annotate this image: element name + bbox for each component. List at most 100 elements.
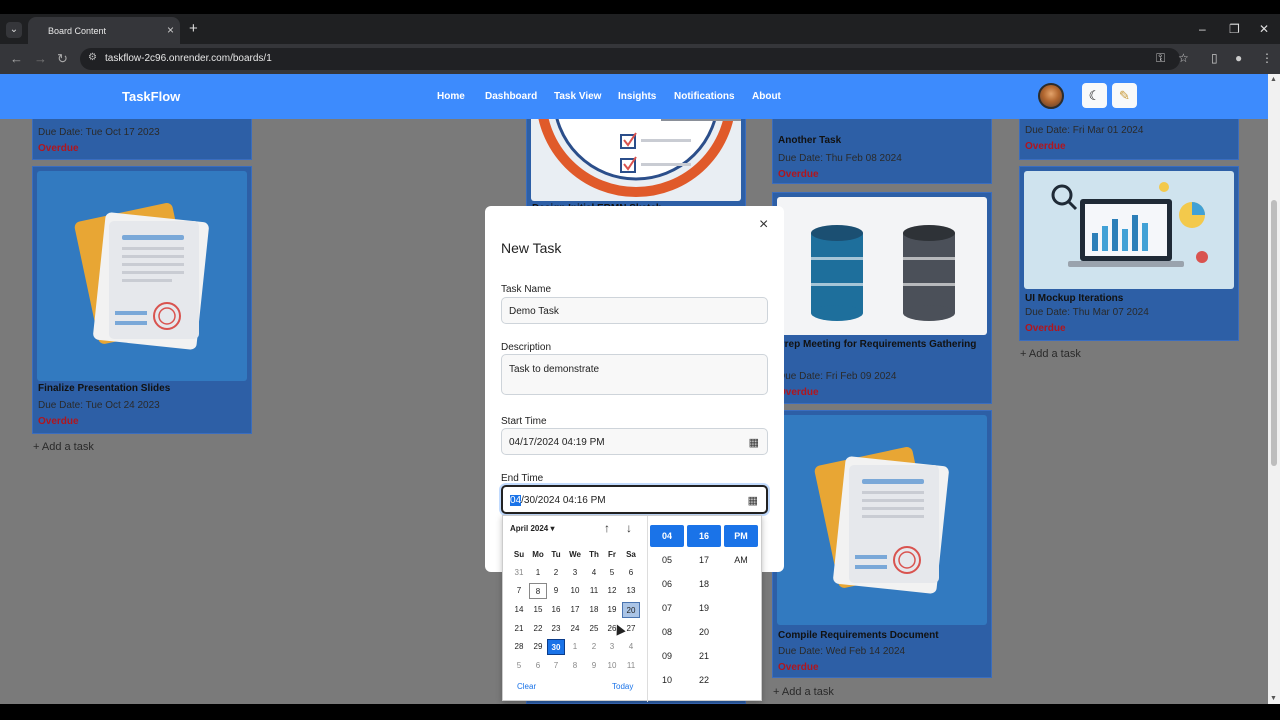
arrow-up-icon[interactable]: ↑ xyxy=(604,521,610,535)
browser-tab[interactable]: Board Content × xyxy=(28,17,180,44)
calendar-day[interactable]: 31 xyxy=(510,565,528,581)
star-icon[interactable]: ☆ xyxy=(1178,51,1189,65)
calendar-day[interactable]: 11 xyxy=(585,583,603,599)
calendar-day[interactable]: 9 xyxy=(585,658,603,674)
calendar-day[interactable]: 28 xyxy=(510,639,528,655)
calendar-day[interactable]: 10 xyxy=(603,658,621,674)
close-window-icon[interactable]: ✕ xyxy=(1259,22,1269,36)
calendar-day[interactable]: 6 xyxy=(529,658,547,674)
nav-home[interactable]: Home xyxy=(437,91,465,102)
calendar-day[interactable]: 9 xyxy=(547,583,565,599)
hour-option-selected[interactable]: 04 xyxy=(650,525,684,547)
calendar-day[interactable]: 4 xyxy=(585,565,603,581)
calendar-day[interactable]: 23 xyxy=(547,621,565,637)
calendar-day[interactable]: 16 xyxy=(547,602,565,618)
sidebar-icon[interactable]: ▯ xyxy=(1211,51,1218,65)
calendar-day[interactable]: 1 xyxy=(566,639,584,655)
more-icon[interactable]: ⋮ xyxy=(1261,51,1273,65)
calendar-day[interactable]: 10 xyxy=(566,583,584,599)
clear-button[interactable]: Clear xyxy=(517,682,536,691)
hour-option[interactable]: 09 xyxy=(650,645,684,667)
task-card[interactable]: Prep Meeting for Requirements Gathering … xyxy=(772,192,992,404)
brush-icon[interactable]: ✎ xyxy=(1112,83,1137,108)
nav-about[interactable]: About xyxy=(752,91,781,102)
nav-notifications[interactable]: Notifications xyxy=(674,91,735,102)
plus-icon[interactable]: + xyxy=(189,20,198,37)
calendar-day-today[interactable]: 20 xyxy=(622,602,640,618)
calendar-day[interactable]: 3 xyxy=(566,565,584,581)
calendar-day[interactable]: 7 xyxy=(547,658,565,674)
moon-icon[interactable]: ☾ xyxy=(1082,83,1107,108)
hour-option[interactable]: 06 xyxy=(650,573,684,595)
hour-option[interactable]: 05 xyxy=(650,549,684,571)
ampm-option-selected[interactable]: PM xyxy=(724,525,758,547)
scroll-down-icon[interactable]: ▼ xyxy=(1270,695,1277,702)
calendar-day[interactable]: 2 xyxy=(547,565,565,581)
minute-option-selected[interactable]: 16 xyxy=(687,525,721,547)
reload-icon[interactable]: ↻ xyxy=(57,51,68,67)
calendar-icon[interactable]: ▦ xyxy=(748,494,758,507)
calendar-day[interactable]: 14 xyxy=(510,602,528,618)
task-card[interactable]: Finalize Presentation Slides Due Date: T… xyxy=(32,166,252,434)
profile-icon[interactable]: ● xyxy=(1235,51,1242,65)
calendar-icon[interactable]: ▦ xyxy=(749,436,759,449)
calendar-day[interactable]: 18 xyxy=(585,602,603,618)
page-scrollbar[interactable]: ▲ ▼ xyxy=(1268,74,1280,704)
calendar-day[interactable]: 2 xyxy=(585,639,603,655)
description-textarea[interactable]: Task to demonstrate xyxy=(501,354,768,395)
calendar-day[interactable]: 17 xyxy=(566,602,584,618)
close-icon[interactable]: × xyxy=(759,216,768,234)
minute-option[interactable]: 18 xyxy=(687,573,721,595)
scrollbar-thumb[interactable] xyxy=(1271,200,1277,466)
calendar-day[interactable]: 12 xyxy=(603,583,621,599)
end-time-month-segment[interactable]: 04 xyxy=(510,495,522,506)
nav-dashboard[interactable]: Dashboard xyxy=(485,91,537,102)
add-task-link[interactable]: + Add a task xyxy=(33,441,94,453)
start-time-input[interactable]: 04/17/2024 04:19 PM ▦ xyxy=(501,428,768,455)
calendar-day[interactable]: 4 xyxy=(622,639,640,655)
calendar-day[interactable]: 8 xyxy=(529,583,547,599)
nav-insights[interactable]: Insights xyxy=(618,91,656,102)
calendar-day[interactable]: 29 xyxy=(529,639,547,655)
hour-option[interactable]: 07 xyxy=(650,597,684,619)
url-field[interactable]: ⚙ taskflow-2c96.onrender.com/boards/1 xyxy=(80,48,1180,70)
calendar-day[interactable]: 5 xyxy=(510,658,528,674)
minute-option[interactable]: 21 xyxy=(687,645,721,667)
minimize-icon[interactable]: – xyxy=(1199,22,1206,36)
ampm-option[interactable]: AM xyxy=(724,549,758,571)
avatar[interactable] xyxy=(1038,83,1064,109)
nav-task-view[interactable]: Task View xyxy=(554,91,601,102)
calendar-day[interactable]: 13 xyxy=(622,583,640,599)
calendar-day[interactable]: 19 xyxy=(603,602,621,618)
calendar-day[interactable]: 24 xyxy=(566,621,584,637)
hour-option[interactable]: 10 xyxy=(650,669,684,691)
calendar-day[interactable]: 22 xyxy=(529,621,547,637)
hour-option[interactable]: 08 xyxy=(650,621,684,643)
add-task-link[interactable]: + Add a task xyxy=(773,686,834,698)
calendar-day[interactable]: 3 xyxy=(603,639,621,655)
maximize-icon[interactable]: ❐ xyxy=(1229,22,1240,36)
calendar-day[interactable]: 8 xyxy=(566,658,584,674)
task-name-input[interactable]: Demo Task xyxy=(501,297,768,324)
end-time-input[interactable]: 04/30/2024 04:16 PM ▦ xyxy=(501,485,768,514)
arrow-down-icon[interactable]: ↓ xyxy=(626,521,632,535)
calendar-day[interactable]: 25 xyxy=(585,621,603,637)
minute-option[interactable]: 19 xyxy=(687,597,721,619)
minute-option[interactable]: 22 xyxy=(687,669,721,691)
key-icon[interactable]: ⚿ xyxy=(1156,51,1165,66)
task-card[interactable]: UI Mockup Iterations Due Date: Thu Mar 0… xyxy=(1019,166,1239,341)
close-icon[interactable]: × xyxy=(167,23,174,37)
scroll-up-icon[interactable]: ▲ xyxy=(1270,76,1277,83)
add-task-link[interactable]: + Add a task xyxy=(1020,348,1081,360)
task-card[interactable]: Compile Requirements Document Due Date: … xyxy=(772,410,992,678)
tab-list-icon[interactable]: ⌄ xyxy=(6,22,22,38)
today-button[interactable]: Today xyxy=(612,682,633,691)
calendar-day[interactable]: 6 xyxy=(622,565,640,581)
brand-logo[interactable]: TaskFlow xyxy=(122,89,180,104)
back-icon[interactable]: ← xyxy=(10,51,23,66)
calendar-day-selected[interactable]: 30 xyxy=(547,639,565,655)
site-info-icon[interactable]: ⚙ xyxy=(88,52,97,63)
minute-option[interactable]: 20 xyxy=(687,621,721,643)
minute-option[interactable]: 17 xyxy=(687,549,721,571)
month-year-select[interactable]: April 2024 ▾ xyxy=(510,524,555,533)
